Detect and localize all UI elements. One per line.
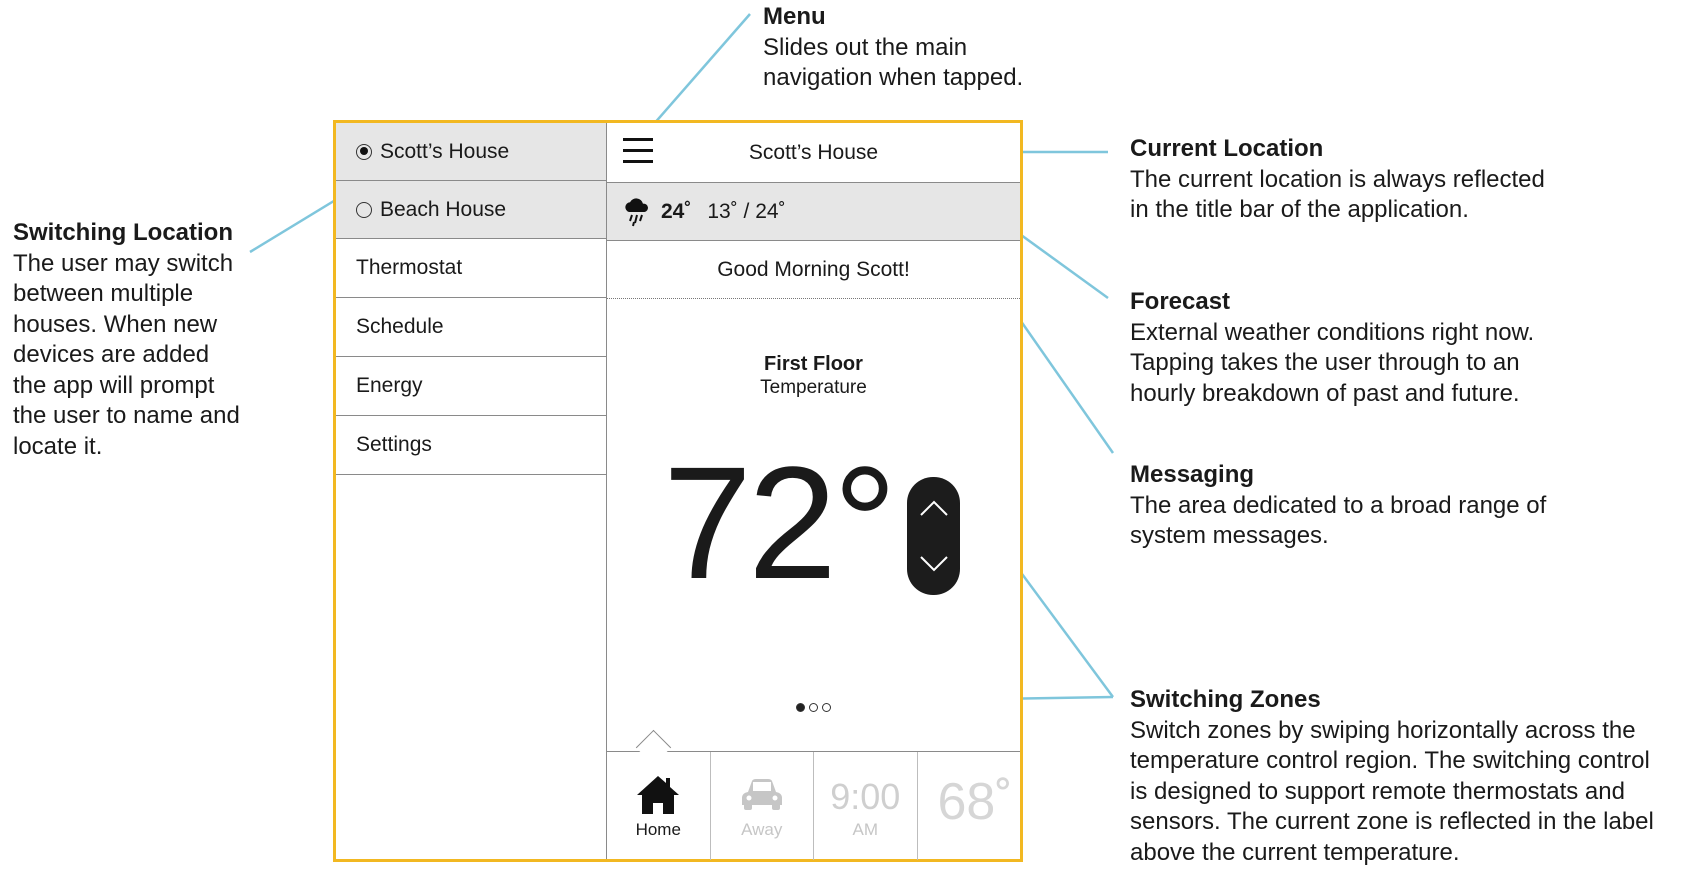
zone-name: First Floor — [764, 353, 863, 375]
annotation-line: External weather conditions right now. — [1130, 318, 1535, 346]
car-icon — [741, 779, 782, 810]
annotation-line: system messages. — [1130, 522, 1329, 549]
sidebar-item-label: Schedule — [356, 315, 444, 338]
zone-dot — [809, 703, 818, 712]
page-title: Scott’s House — [748, 140, 879, 164]
annotation-line: above the current temperature. — [1130, 838, 1460, 866]
decrease-temp-button[interactable] — [907, 539, 960, 589]
greeting-message: Good Morning Scott! — [717, 257, 910, 281]
ampm-label: AM — [852, 820, 879, 839]
annotation-forecast: Forecast External weather conditions rig… — [1130, 287, 1534, 409]
zone-dot-active — [796, 703, 805, 712]
sidebar-item-settings[interactable]: Settings — [336, 416, 606, 475]
radio-selected-icon — [356, 143, 372, 160]
annotation-title: Forecast — [1130, 288, 1231, 315]
tab-label: Away — [741, 820, 783, 839]
sidebar-item-energy[interactable]: Energy — [336, 357, 606, 416]
chevron-down-icon — [919, 556, 948, 572]
home-icon — [637, 776, 679, 814]
annotation-line: in the title bar of the application. — [1130, 196, 1469, 223]
message-area: Good Morning Scott! — [607, 241, 1020, 299]
annotation-line: The current location is always reflected — [1130, 165, 1545, 193]
tab-home[interactable]: Home — [607, 752, 711, 860]
chevron-up-icon — [919, 500, 948, 516]
location-label: Scott’s House — [380, 139, 510, 163]
annotation-line: houses. When new — [13, 310, 218, 338]
time-display: 9:00 — [830, 776, 901, 817]
forecast-range: 13˚ / 24˚ — [707, 199, 786, 223]
thermostat-app-mockup: Scott’s House Beach House Thermostat Sch… — [333, 120, 1023, 862]
annotation-line: the user to name and — [13, 402, 240, 429]
annotation-line: the app will prompt — [13, 371, 215, 399]
annotation-messaging: Messaging The area dedicated to a broad … — [1130, 460, 1546, 552]
sidebar-item-thermostat[interactable]: Thermostat — [336, 239, 606, 298]
annotation-line: sensors. The current zone is reflected i… — [1130, 808, 1654, 835]
annotation-line: temperature control region. The switchin… — [1130, 747, 1650, 774]
location-label: Beach House — [380, 197, 507, 221]
annotation-title: Switching Location — [13, 219, 233, 246]
sidebar-item-label: Thermostat — [356, 256, 463, 279]
forecast-bar[interactable]: 24˚ 13˚ / 24˚ — [607, 183, 1020, 241]
zone-label: Temperature — [760, 377, 867, 398]
current-outdoor-temp: 24˚ — [661, 199, 692, 223]
annotation-switching-location: Switching Location The user may switch b… — [13, 218, 240, 462]
increase-temp-button[interactable] — [907, 483, 960, 533]
annotation-line: is designed to support remote thermostat… — [1130, 777, 1625, 805]
annotation-line: devices are added — [13, 341, 210, 368]
zone-dot — [822, 703, 831, 712]
zone-pager[interactable] — [607, 703, 1020, 712]
bottom-nav: Home Away 9:00 AM 68˚ — [607, 729, 1021, 860]
annotation-title: Menu — [763, 3, 826, 30]
outdoor-temp: 68˚ — [937, 773, 1013, 831]
leader-menu — [645, 13, 751, 134]
radio-unselected-icon — [356, 201, 372, 218]
main-panel: Scott’s House 24˚ 13˚ / 24˚ Good Morning… — [607, 123, 1021, 860]
sidebar: Scott’s House Beach House Thermostat Sch… — [336, 123, 607, 859]
clock-display: 9:00 AM — [814, 752, 918, 860]
outdoor-temp-display: 68˚ — [918, 752, 1021, 860]
annotation-line: between multiple — [13, 280, 194, 307]
temperature-adjuster — [907, 477, 960, 595]
annotation-line: locate it. — [13, 432, 103, 460]
annotation-line: The area dedicated to a broad range of — [1130, 491, 1547, 519]
sidebar-item-label: Settings — [356, 433, 432, 456]
tab-away[interactable]: Away — [711, 752, 814, 860]
hamburger-menu-icon[interactable] — [623, 138, 653, 164]
annotation-title: Messaging — [1130, 461, 1255, 488]
annotation-line: navigation when tapped. — [763, 64, 1024, 91]
title-bar: Scott’s House — [607, 123, 1020, 183]
sidebar-item-schedule[interactable]: Schedule — [336, 298, 606, 357]
annotation-menu: Menu Slides out the main navigation when… — [763, 2, 1023, 94]
annotation-title: Current Location — [1130, 135, 1324, 162]
annotation-line: Tapping takes the user through to an — [1130, 349, 1520, 376]
rain-cloud-icon — [625, 197, 648, 226]
current-temperature: 72° — [663, 433, 897, 612]
annotation-line: Slides out the main — [763, 33, 968, 61]
location-option-beach-house[interactable]: Beach House — [336, 181, 606, 239]
annotation-current-location: Current Location The current location is… — [1130, 134, 1545, 226]
sidebar-item-label: Energy — [356, 374, 423, 397]
annotation-line: The user may switch — [13, 249, 234, 277]
annotation-title: Switching Zones — [1130, 686, 1321, 713]
tab-label: Home — [635, 820, 681, 839]
annotation-switching-zones: Switching Zones Switch zones by swiping … — [1130, 685, 1654, 868]
annotation-line: Switch zones by swiping horizontally acr… — [1130, 716, 1636, 744]
location-option-scotts-house[interactable]: Scott’s House — [336, 123, 606, 181]
annotation-line: hourly breakdown of past and future. — [1130, 379, 1520, 407]
